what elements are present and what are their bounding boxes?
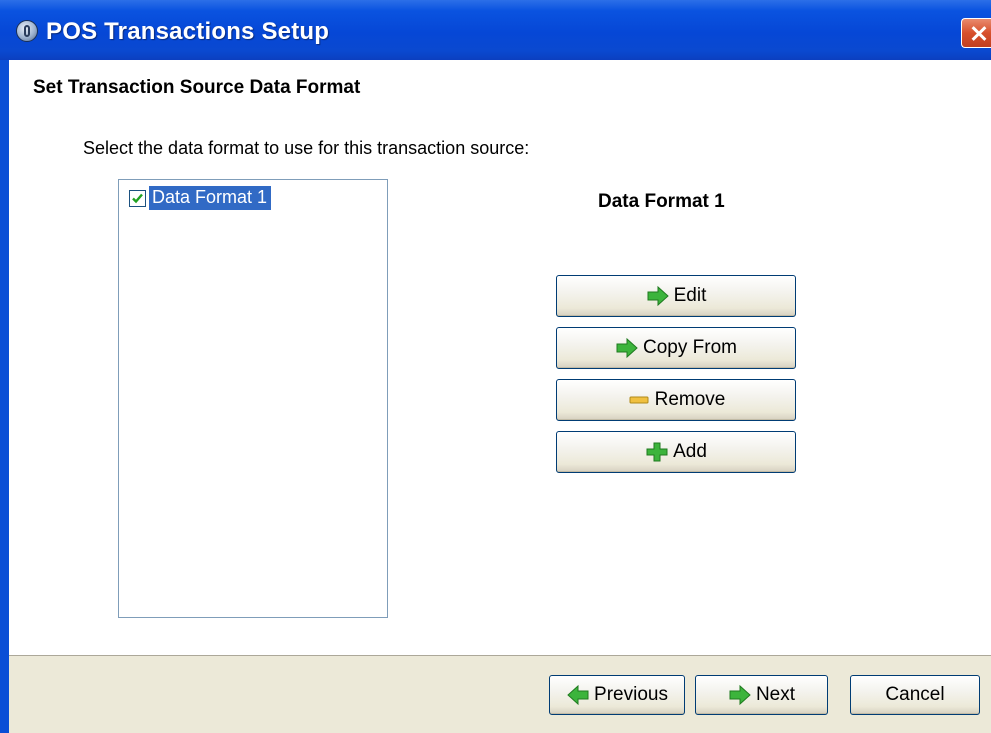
previous-button[interactable]: Previous xyxy=(549,675,685,715)
list-item[interactable]: Data Format 1 xyxy=(129,186,272,210)
title-bar[interactable]: POS Transactions Setup xyxy=(0,0,991,60)
green-arrow-right-icon xyxy=(615,337,639,359)
add-button[interactable]: Add xyxy=(556,431,796,473)
cancel-button-label: Cancel xyxy=(885,684,945,705)
copy-from-button-label: Copy From xyxy=(643,337,737,358)
window-frame-left xyxy=(0,60,9,733)
cancel-button[interactable]: Cancel xyxy=(850,675,980,715)
edit-button-label: Edit xyxy=(673,285,707,306)
dialog-window: POS Transactions Setup Set Transaction S… xyxy=(0,0,991,733)
next-button[interactable]: Next xyxy=(695,675,828,715)
green-arrow-left-icon xyxy=(566,684,590,706)
edit-button[interactable]: Edit xyxy=(556,275,796,317)
plus-icon xyxy=(645,441,669,463)
checkmark-icon xyxy=(132,193,143,203)
app-logo-icon xyxy=(16,20,38,42)
remove-button[interactable]: Remove xyxy=(556,379,796,421)
window-title: POS Transactions Setup xyxy=(46,18,330,45)
copy-from-button[interactable]: Copy From xyxy=(556,327,796,369)
checkbox[interactable] xyxy=(129,189,146,207)
next-button-label: Next xyxy=(755,684,796,705)
instruction-text: Select the data format to use for this t… xyxy=(83,138,530,158)
data-format-list[interactable]: Data Format 1 xyxy=(118,179,388,618)
list-item-label: Data Format 1 xyxy=(149,186,272,210)
button-bar xyxy=(9,655,991,733)
add-button-label: Add xyxy=(673,441,707,462)
page-heading: Set Transaction Source Data Format xyxy=(33,77,361,98)
previous-button-label: Previous xyxy=(594,684,668,705)
selected-format-title: Data Format 1 xyxy=(598,191,725,212)
remove-button-label: Remove xyxy=(654,389,726,410)
minus-icon xyxy=(627,389,651,411)
close-button[interactable] xyxy=(961,18,991,48)
green-arrow-right-icon xyxy=(728,684,752,706)
green-arrow-right-icon xyxy=(646,285,670,307)
